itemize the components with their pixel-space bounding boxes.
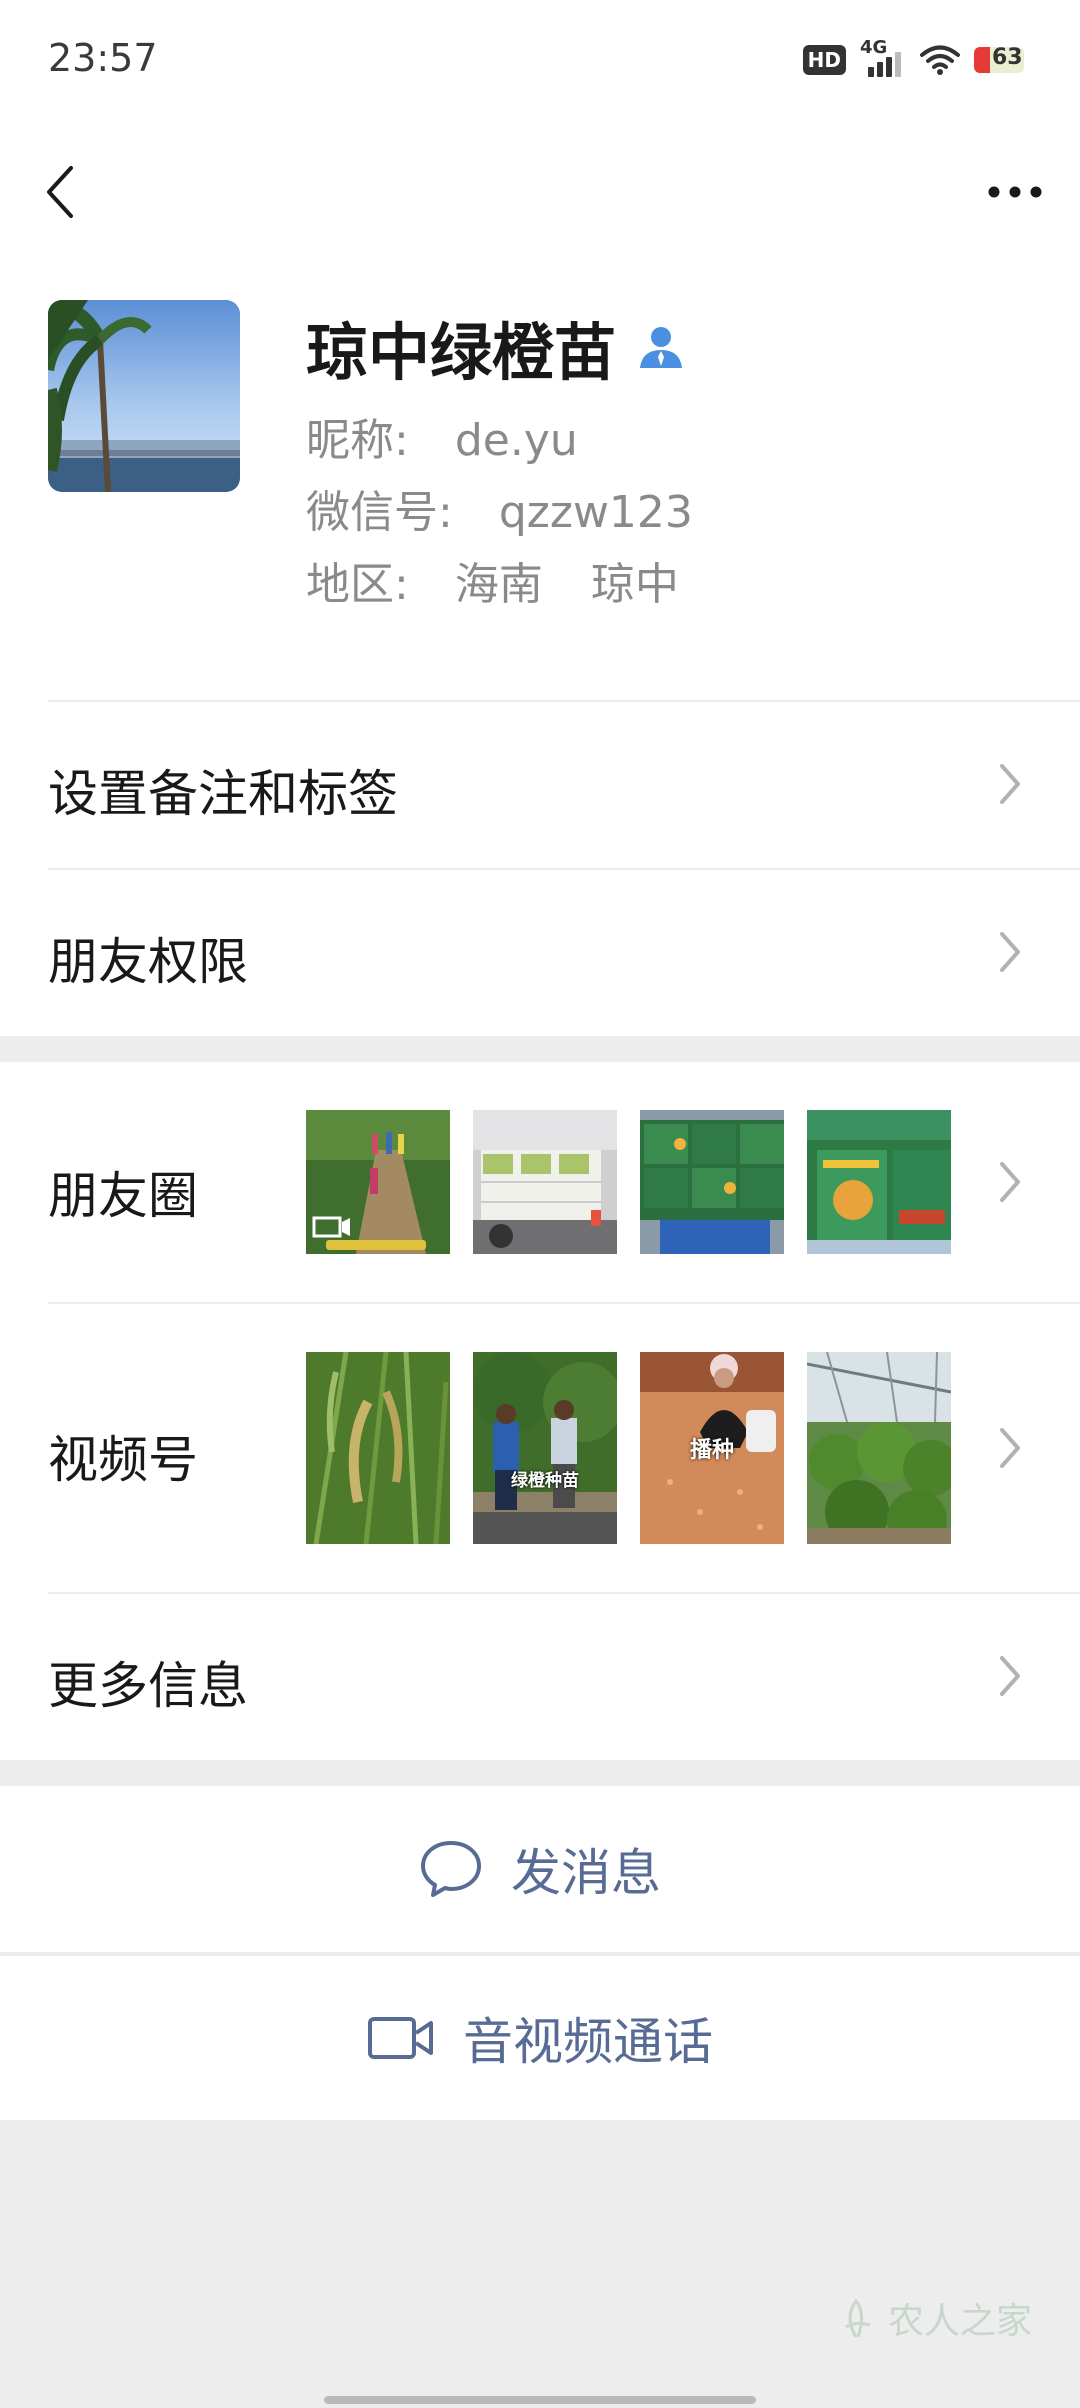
- region-province: 海南: [454, 559, 543, 610]
- nickname-row: 昵称: de.yu: [306, 404, 578, 468]
- remark-tags-label: 设置备注和标签: [48, 765, 398, 823]
- channels-thumbnails: 绿橙种苗 播种: [306, 1352, 951, 1544]
- verified-person-icon: [640, 327, 683, 368]
- channels-thumb-4[interactable]: [807, 1352, 951, 1544]
- region-label: 地区:: [306, 559, 409, 610]
- moments-thumb-3[interactable]: [640, 1110, 784, 1254]
- watermark: 农人之家: [836, 2292, 1032, 2344]
- channels-cell[interactable]: 视频号 绿橙种苗 播种: [0, 1302, 1080, 1592]
- remark-tags-cell[interactable]: 设置备注和标签: [0, 700, 1080, 868]
- nav-bar: [0, 120, 1080, 300]
- channels-thumb-1[interactable]: [306, 1352, 450, 1544]
- moments-cell[interactable]: 朋友圈: [0, 1062, 1080, 1302]
- moments-thumb-2[interactable]: [473, 1110, 617, 1254]
- chevron-right-icon: [1000, 764, 1020, 804]
- moments-thumbnails: [306, 1110, 951, 1254]
- channels-thumb-caption: 播种: [689, 1438, 734, 1463]
- chevron-right-icon: [1000, 932, 1020, 972]
- channels-thumb-3[interactable]: 播种: [640, 1352, 784, 1544]
- wechat-id-value: qzzw123: [498, 487, 693, 538]
- chevron-right-icon: [1000, 1162, 1020, 1202]
- channels-thumb-caption: 绿橙种苗: [511, 1471, 579, 1491]
- hd-badge: HD: [802, 45, 846, 75]
- channels-label: 视频号: [48, 1431, 198, 1489]
- friend-permissions-label: 朋友权限: [48, 933, 248, 991]
- more-dots-icon: [988, 186, 1042, 198]
- chevron-left-icon: [47, 166, 73, 218]
- watermark-logo-icon: [845, 2298, 871, 2338]
- divider: [48, 700, 1080, 702]
- status-bar: 23:57 HD 4G 63: [0, 0, 1080, 120]
- send-message-label: 发消息: [511, 1844, 661, 1902]
- more-options-button[interactable]: [980, 152, 1050, 232]
- moments-thumb-4[interactable]: [807, 1110, 951, 1254]
- wechat-id-row: 微信号: qzzw123: [306, 476, 693, 540]
- battery-icon: 63: [974, 47, 1024, 73]
- moments-label: 朋友圈: [48, 1167, 198, 1225]
- avatar[interactable]: [48, 300, 240, 492]
- wifi-icon: [920, 45, 960, 75]
- nickname-label: 昵称:: [306, 415, 409, 466]
- friend-permissions-cell[interactable]: 朋友权限: [0, 868, 1080, 1036]
- channels-thumb-2[interactable]: 绿橙种苗: [473, 1352, 617, 1544]
- profile-name-text: 琼中绿橙苗: [306, 316, 617, 389]
- more-info-label: 更多信息: [48, 1657, 248, 1715]
- av-call-label: 音视频通话: [463, 2013, 713, 2071]
- video-camera-icon: [368, 2017, 433, 2059]
- profile-name: 琼中绿橙苗: [306, 302, 684, 392]
- av-call-button[interactable]: 音视频通话: [0, 1954, 1080, 2120]
- watermark-text: 农人之家: [887, 2301, 1032, 2342]
- chevron-right-icon: [1000, 1428, 1020, 1468]
- region-city: 琼中: [590, 559, 679, 610]
- moments-thumb-1[interactable]: [306, 1110, 450, 1254]
- status-icons: HD 4G 63: [802, 37, 1024, 80]
- nickname-value: de.yu: [454, 415, 578, 466]
- more-info-cell[interactable]: 更多信息: [0, 1592, 1080, 1760]
- battery-level: 63: [992, 47, 1023, 70]
- divider: [48, 1592, 1080, 1594]
- home-indicator[interactable]: [324, 2396, 756, 2404]
- divider: [48, 1302, 1080, 1304]
- send-message-button[interactable]: 发消息: [0, 1786, 1080, 1952]
- status-time: 23:57: [48, 36, 158, 80]
- cellular-signal-icon: 4G: [860, 37, 906, 77]
- back-button[interactable]: [30, 152, 90, 232]
- profile-header: 琼中绿橙苗 昵称: de.yu 微信号: qzzw123 地区: 海南 琼中: [0, 300, 1080, 700]
- wechat-id-label: 微信号:: [306, 487, 453, 538]
- divider: [48, 868, 1080, 870]
- chevron-right-icon: [1000, 1656, 1020, 1696]
- chat-bubble-icon: [421, 1841, 481, 1897]
- region-row: 地区: 海南 琼中: [306, 548, 679, 612]
